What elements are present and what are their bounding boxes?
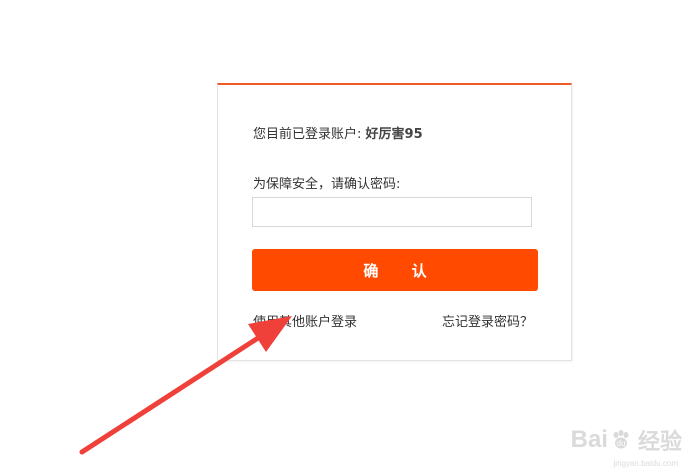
current-account-line: 您目前已登录账户: 好厉害95 xyxy=(253,123,423,142)
account-prefix-label: 您目前已登录账户: xyxy=(253,127,362,142)
watermark-jingyan-text: 经验 xyxy=(637,430,682,455)
watermark-brand-text: Bai xyxy=(570,426,608,453)
baidu-paw-icon: du xyxy=(613,430,629,449)
watermark-url: jingyan.baidu.com xyxy=(613,459,678,468)
account-name: 好厉害95 xyxy=(365,127,423,142)
confirm-button[interactable]: 确 认 xyxy=(252,249,538,291)
svg-text:du: du xyxy=(617,439,626,448)
forgot-password-link[interactable]: 忘记登录密码？ xyxy=(442,311,533,330)
page: 您目前已登录账户: 好厉害95 为保障安全，请确认密码: 确 认 使用其他账户登… xyxy=(0,0,700,470)
password-confirm-panel: 您目前已登录账户: 好厉害95 为保障安全，请确认密码: 确 认 使用其他账户登… xyxy=(217,83,572,361)
password-input[interactable] xyxy=(252,197,532,227)
other-account-login-link[interactable]: 使用其他账户登录 xyxy=(253,311,357,330)
baidu-jingyan-watermark: Bai du 经验 xyxy=(571,424,682,456)
password-prompt-label: 为保障安全，请确认密码: xyxy=(253,177,401,192)
